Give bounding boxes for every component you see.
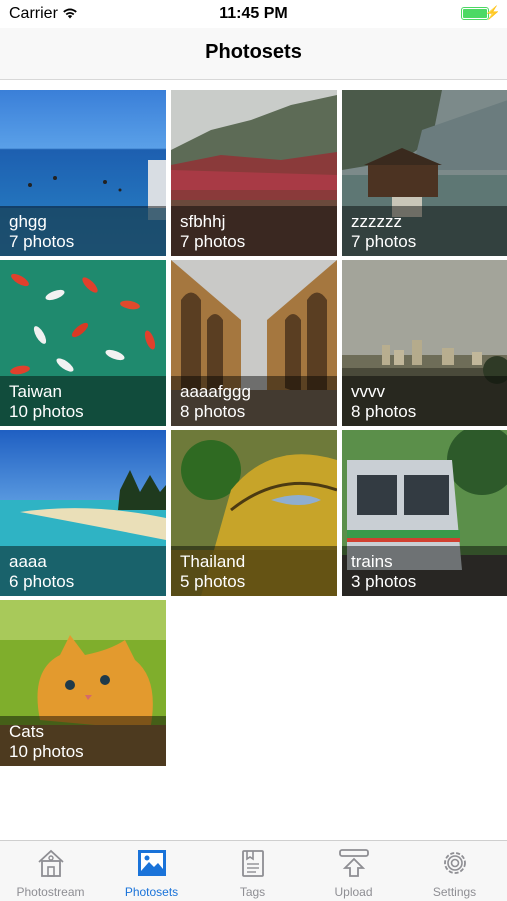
tab-label: Settings bbox=[432, 885, 477, 899]
photoset-count: 7 photos bbox=[180, 232, 246, 251]
photoset-tile-trains[interactable]: trains 3 photos bbox=[342, 430, 507, 596]
gear-icon bbox=[444, 852, 466, 874]
tab-label: Tags bbox=[239, 885, 266, 899]
house-icon bbox=[38, 849, 64, 877]
photoset-count: 6 photos bbox=[9, 572, 75, 591]
tab-photostream[interactable]: Photostream bbox=[0, 841, 101, 901]
photoset-count: 8 photos bbox=[351, 402, 417, 421]
photo-icon bbox=[138, 850, 166, 876]
photoset-name: Taiwan bbox=[9, 382, 62, 401]
photoset-count: 7 photos bbox=[351, 232, 417, 251]
tab-upload[interactable]: Upload bbox=[303, 841, 404, 901]
photoset-count: 3 photos bbox=[351, 572, 417, 591]
photoset-name: trains bbox=[351, 552, 393, 571]
photoset-tile-thailand[interactable]: Thailand 5 photos bbox=[171, 430, 337, 596]
photoset-name: ghgg bbox=[9, 212, 47, 231]
page-title: Photosets bbox=[205, 41, 302, 63]
photoset-tile-ghgg[interactable]: ghgg 7 photos bbox=[0, 90, 166, 256]
photoset-tile-zzzzzz[interactable]: zzzzzz 7 photos bbox=[342, 90, 507, 256]
tab-bar: Photostream Photosets Tags Upload Settin… bbox=[0, 840, 507, 901]
navigation-bar: Photosets bbox=[0, 28, 507, 80]
photoset-name: sfbhhj bbox=[180, 212, 226, 231]
photoset-name: aaaa bbox=[9, 552, 47, 571]
photoset-name: aaaafggg bbox=[180, 382, 251, 401]
photoset-tile-taiwan[interactable]: Taiwan 10 photos bbox=[0, 260, 166, 426]
tab-label: Photosets bbox=[124, 885, 179, 899]
photoset-tile-cats[interactable]: Cats 10 photos bbox=[0, 600, 166, 766]
photoset-count: 8 photos bbox=[180, 402, 246, 421]
status-bar: Carrier 11:45 PM ⚡ bbox=[0, 0, 507, 28]
photoset-count: 10 photos bbox=[9, 402, 84, 421]
photoset-count: 5 photos bbox=[180, 572, 246, 591]
photoset-name: Thailand bbox=[180, 552, 246, 571]
tab-label: Upload bbox=[334, 885, 373, 899]
photoset-tile-sfbhhj[interactable]: sfbhhj 7 photos bbox=[171, 90, 337, 256]
tags-icon bbox=[242, 850, 264, 877]
photoset-name: vvvv bbox=[351, 382, 385, 401]
tab-photosets[interactable]: Photosets bbox=[101, 841, 202, 901]
photoset-tile-aaaafggg[interactable]: aaaafggg 8 photos bbox=[171, 260, 337, 426]
photoset-count: 10 photos bbox=[9, 742, 84, 761]
photoset-name: zzzzzz bbox=[351, 212, 402, 231]
tab-label: Photostream bbox=[16, 885, 85, 899]
tab-tags[interactable]: Tags bbox=[202, 841, 303, 901]
clock: 11:45 PM bbox=[219, 5, 288, 22]
tab-settings[interactable]: Settings bbox=[404, 841, 505, 901]
photoset-tile-aaaa[interactable]: aaaa 6 photos bbox=[0, 430, 166, 596]
photoset-name: Cats bbox=[9, 722, 44, 741]
photoset-tile-vvvv[interactable]: vvvv 8 photos bbox=[342, 260, 507, 426]
charging-icon: ⚡ bbox=[484, 5, 501, 20]
photoset-count: 7 photos bbox=[9, 232, 75, 251]
upload-icon bbox=[339, 849, 369, 877]
